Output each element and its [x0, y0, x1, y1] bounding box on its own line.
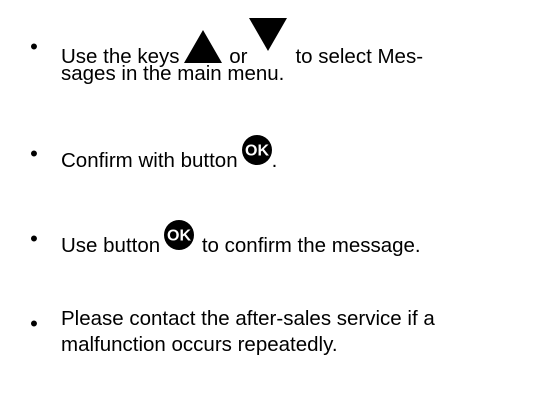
ok-label: OK — [245, 143, 269, 160]
instruction-list: • Use the keys or to select Mes- sages in… — [0, 0, 554, 398]
bullet: • — [30, 34, 38, 59]
bullet: • — [30, 226, 38, 251]
bullet: • — [30, 311, 38, 336]
item-text-part: . — [271, 149, 278, 172]
item-text-line2: sages in the main menu. — [61, 62, 285, 85]
bullet: • — [30, 141, 38, 166]
ok-label: OK — [167, 228, 191, 245]
item-text: Confirm with button OK. — [61, 135, 278, 173]
item-text-part: to confirm the message. — [201, 234, 421, 257]
item-text-part: Use button — [61, 234, 161, 257]
item-text: Use button OK to confirm the message. — [61, 220, 421, 258]
item-text-part: to select Mes- — [295, 45, 424, 68]
down-arrow-key-icon — [249, 18, 288, 51]
item-text-part: Confirm with button — [61, 149, 238, 172]
ok-button-icon: OK — [241, 135, 272, 165]
ok-button-icon: OK — [164, 220, 195, 250]
item-text-line2: malfunction occurs repeatedly. — [61, 333, 338, 356]
item-text: Please contact the after-sales service i… — [61, 307, 435, 330]
up-arrow-key-icon — [183, 30, 222, 63]
